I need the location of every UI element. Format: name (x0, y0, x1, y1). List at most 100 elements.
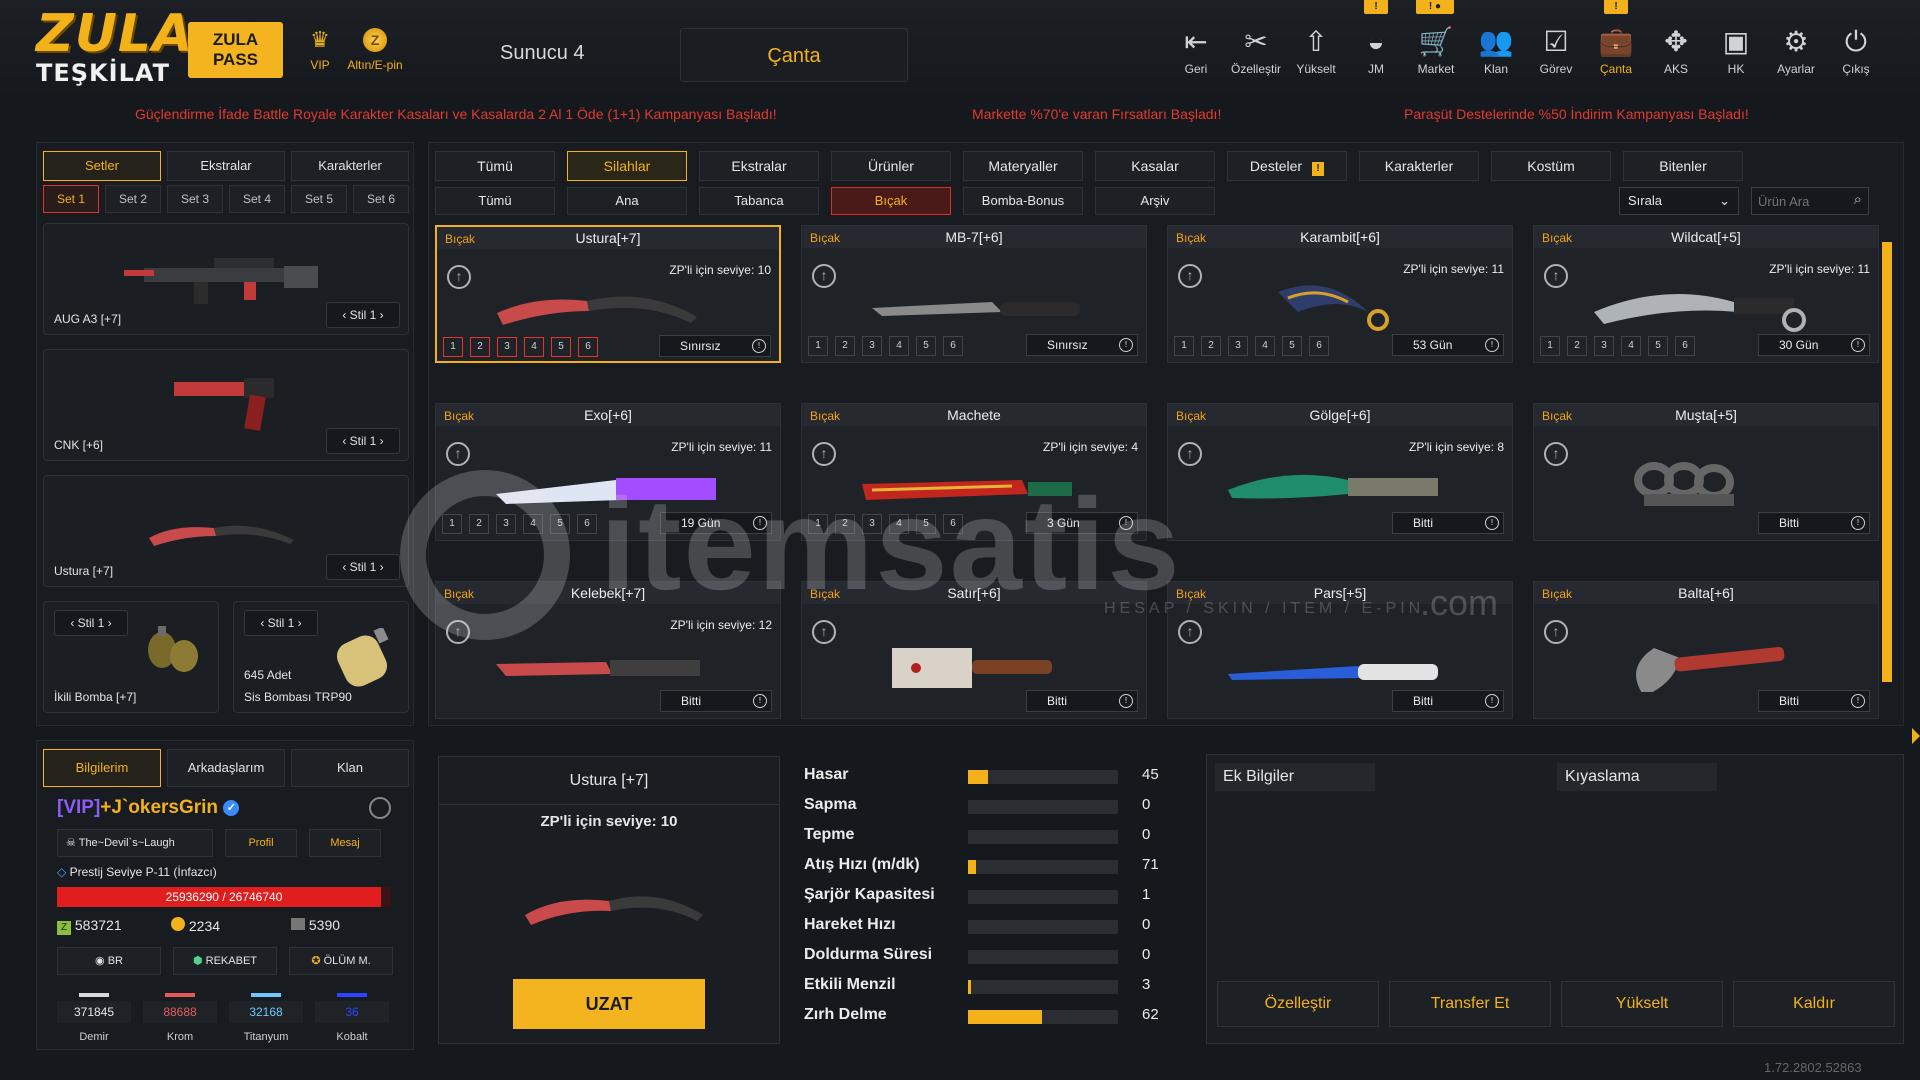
search-input[interactable] (1752, 188, 1844, 214)
upgrade-arrow-icon[interactable]: ↑ (1178, 620, 1202, 644)
tab-karakterler[interactable]: Karakterler (1359, 151, 1479, 181)
set-6-button[interactable]: Set 6 (353, 185, 409, 213)
item-card[interactable]: Bıçak Machete ↑ ZP'li için seviye: 41234563… (801, 403, 1147, 541)
set-slot-button[interactable]: 2 (835, 336, 855, 356)
item-card[interactable]: Bıçak Gölge[+6] ↑ ZP'li için seviye: 8 Bitti… (1167, 403, 1513, 541)
mode-br-button[interactable]: ◉ BR (57, 947, 161, 975)
set-slot-button[interactable]: 3 (497, 337, 517, 357)
tab-desteler[interactable]: Desteler! (1227, 151, 1347, 181)
set-1-button[interactable]: Set 1 (43, 185, 99, 213)
profile-button[interactable]: Profil (225, 829, 297, 857)
tab-bilgilerim[interactable]: Bilgilerim (43, 749, 161, 787)
set-slot-button[interactable]: 3 (862, 336, 882, 356)
subtab-bomba-bonus[interactable]: Bomba-Bonus (963, 187, 1083, 215)
set-slot-button[interactable]: 3 (862, 514, 882, 534)
tab-silahlar[interactable]: Silahlar (567, 151, 687, 181)
tab-kasalar[interactable]: Kasalar (1095, 151, 1215, 181)
nav-customize[interactable]: ✂ Özelleştir (1228, 24, 1284, 76)
set-slot-button[interactable]: 3 (496, 514, 516, 534)
upgrade-button[interactable]: Yükselt (1561, 981, 1723, 1027)
style-selector[interactable]: ‹ Stil 1 › (244, 610, 318, 636)
item-card[interactable]: Bıçak Karambit[+6] ↑ ZP'li için seviye: 11 1… (1167, 225, 1513, 363)
set-slot-button[interactable]: 2 (470, 337, 490, 357)
set-slot-button[interactable]: 4 (889, 336, 909, 356)
set-slot-button[interactable]: 5 (916, 336, 936, 356)
upgrade-arrow-icon[interactable]: ↑ (812, 442, 836, 466)
set-slot-button[interactable]: 5 (916, 514, 936, 534)
loadout-slot-smoke[interactable]: ‹ Stil 1 › 645 Adet Sis Bombası TRP90 (233, 601, 409, 713)
tab-karakterler[interactable]: Karakterler (291, 151, 409, 181)
loadout-slot-primary[interactable]: AUG A3 [+7] ‹ Stil 1 › (43, 223, 409, 335)
set-slot-button[interactable]: 1 (808, 336, 828, 356)
set-slot-button[interactable]: 1 (808, 514, 828, 534)
remove-button[interactable]: Kaldır (1733, 981, 1895, 1027)
altin-epin-button[interactable]: Z Altın/E-pin (340, 28, 410, 72)
tab-tümü[interactable]: Tümü (435, 151, 555, 181)
upgrade-arrow-icon[interactable]: ↑ (812, 620, 836, 644)
set-slot-button[interactable]: 5 (1282, 336, 1302, 356)
sort-dropdown[interactable]: Sırala ⌄ (1619, 187, 1739, 215)
upgrade-arrow-icon[interactable]: ↑ (1544, 620, 1568, 644)
item-card[interactable]: Bıçak Balta[+6] ↑ Bitti! (1533, 581, 1879, 719)
set-4-button[interactable]: Set 4 (229, 185, 285, 213)
style-selector[interactable]: ‹ Stil 1 › (326, 428, 400, 454)
set-slot-button[interactable]: 1 (442, 514, 462, 534)
upgrade-arrow-icon[interactable]: ↑ (812, 264, 836, 288)
set-slot-button[interactable]: 2 (1567, 336, 1587, 356)
tab-materyaller[interactable]: Materyaller (963, 151, 1083, 181)
set-slot-button[interactable]: 1 (443, 337, 463, 357)
set-slot-button[interactable]: 2 (835, 514, 855, 534)
nav-power[interactable]: ⏻ Çıkış (1828, 24, 1884, 76)
transfer-button[interactable]: Transfer Et (1389, 981, 1551, 1027)
set-slot-button[interactable]: 6 (943, 336, 963, 356)
set-slot-button[interactable]: 4 (889, 514, 909, 534)
set-slot-button[interactable]: 6 (578, 337, 598, 357)
upgrade-arrow-icon[interactable]: ↑ (1544, 442, 1568, 466)
clan-button[interactable]: ☠ The~Devil`s~Laugh (57, 829, 213, 857)
upgrade-arrow-icon[interactable]: ↑ (1178, 264, 1202, 288)
style-selector[interactable]: ‹ Stil 1 › (326, 302, 400, 328)
subtab-tümü[interactable]: Tümü (435, 187, 555, 215)
nav-upgrade[interactable]: ⇧ Yükselt (1288, 24, 1344, 76)
set-slot-button[interactable]: 4 (1255, 336, 1275, 356)
customize-button[interactable]: Özelleştir (1217, 981, 1379, 1027)
tab-ekstralar[interactable]: Ekstralar (167, 151, 285, 181)
upgrade-arrow-icon[interactable]: ↑ (446, 620, 470, 644)
style-selector[interactable]: ‹ Stil 1 › (326, 554, 400, 580)
nav-jm[interactable]: ◒ JM (1348, 24, 1404, 76)
nav-task[interactable]: ☑ Görev (1528, 24, 1584, 76)
subtab-arşiv[interactable]: Arşiv (1095, 187, 1215, 215)
upgrade-arrow-icon[interactable]: ↑ (447, 265, 471, 289)
message-button[interactable]: Mesaj (309, 829, 381, 857)
set-slot-button[interactable]: 2 (469, 514, 489, 534)
set-slot-button[interactable]: 3 (1228, 336, 1248, 356)
ek-bilgiler-tab[interactable]: Ek Bilgiler (1215, 763, 1375, 791)
tab-setler[interactable]: Setler (43, 151, 161, 181)
item-card[interactable]: Bıçak Exo[+6] ↑ ZP'li için seviye: 11 1 2 3 4 5 6… (435, 403, 781, 541)
set-3-button[interactable]: Set 3 (167, 185, 223, 213)
tab-bitenler[interactable]: Bitenler (1623, 151, 1743, 181)
kiyaslama-tab[interactable]: Kıyaslama (1557, 763, 1717, 791)
mode-rekabet-button[interactable]: ⬢ REKABET (173, 947, 277, 975)
scrollbar[interactable] (1882, 242, 1892, 682)
set-slot-button[interactable]: 4 (523, 514, 543, 534)
subtab-ana[interactable]: Ana (567, 187, 687, 215)
item-card[interactable]: Bıçak Kelebek[+7] ↑ ZP'li için seviye: 12 Bi… (435, 581, 781, 719)
set-slot-button[interactable]: 4 (1621, 336, 1641, 356)
set-slot-button[interactable]: 2 (1201, 336, 1221, 356)
set-slot-button[interactable]: 6 (1675, 336, 1695, 356)
tab-arkadaslarim[interactable]: Arkadaşlarım (167, 749, 285, 787)
zula-pass-button[interactable]: ZULA PASS (188, 22, 283, 78)
item-card[interactable]: Bıçak MB-7[+6] ↑ 1 2 3 4 5 6 Sınırsız! (801, 225, 1147, 363)
set-slot-button[interactable]: 5 (550, 514, 570, 534)
loadout-slot-grenade[interactable]: ‹ Stil 1 › İkili Bomba [+7] (43, 601, 219, 713)
item-card[interactable]: Bıçak Satır[+6] ↑ Bitti! (801, 581, 1147, 719)
nav-clan[interactable]: 👥 Klan (1468, 24, 1524, 76)
set-slot-button[interactable]: 1 (1174, 336, 1194, 356)
nav-bag[interactable]: 💼 Çanta (1588, 24, 1644, 76)
subtab-tabanca[interactable]: Tabanca (699, 187, 819, 215)
upgrade-arrow-icon[interactable]: ↑ (1178, 442, 1202, 466)
style-selector[interactable]: ‹ Stil 1 › (54, 610, 128, 636)
vip-button[interactable]: ♛ VIP (302, 28, 338, 73)
subtab-bıçak[interactable]: Bıçak (831, 187, 951, 215)
